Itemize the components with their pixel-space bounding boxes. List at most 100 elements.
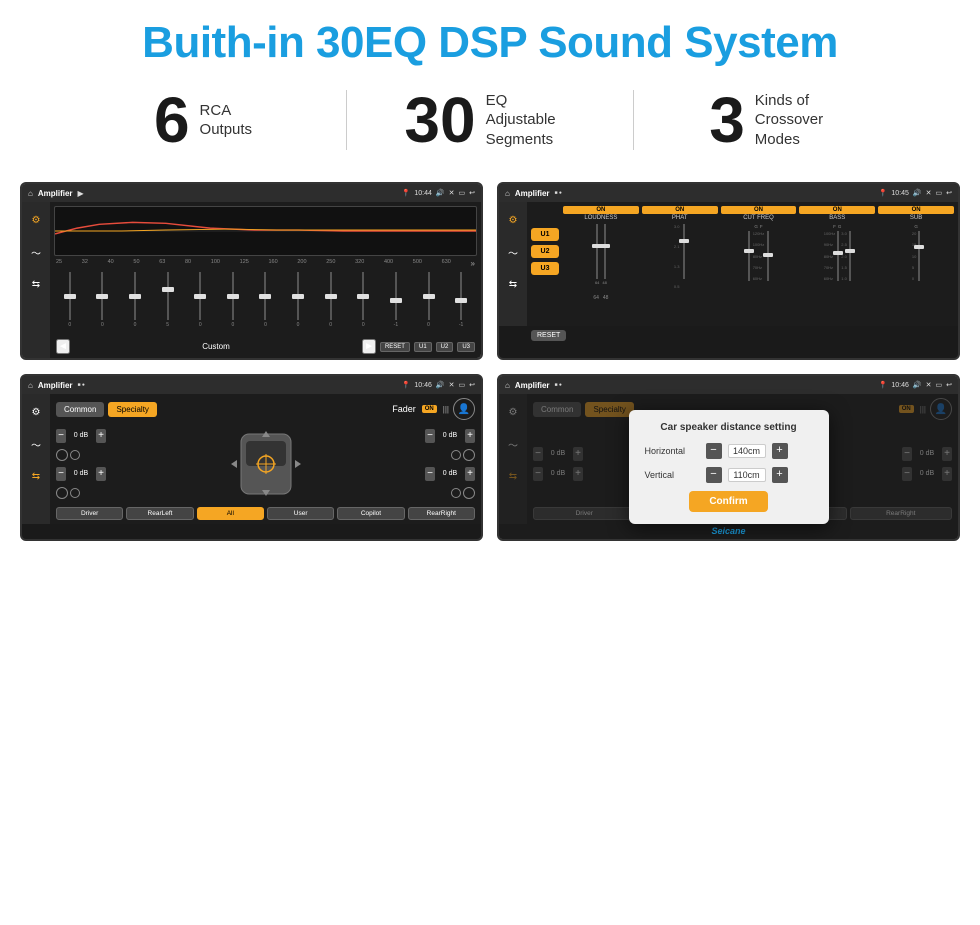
rearright-btn[interactable]: RearRight xyxy=(408,507,475,520)
horizontal-value: 140cm xyxy=(728,444,766,458)
back-icon-4[interactable]: ↩ xyxy=(946,381,952,389)
loudness-on-btn[interactable]: ON xyxy=(563,206,639,214)
tab-common-3[interactable]: Common xyxy=(56,402,104,417)
loudness-fader-2[interactable]: 48 xyxy=(602,224,606,289)
wave-icon-2[interactable]: 〜 xyxy=(503,242,523,262)
eq-slider-6[interactable]: 0 xyxy=(250,270,282,335)
arrow-icon-3[interactable]: ⇆ xyxy=(26,466,46,486)
speaker-icons-left2 xyxy=(56,487,106,499)
cutfreq-fader-g[interactable] xyxy=(748,231,750,296)
eq-slider-11[interactable]: 0 xyxy=(413,270,445,335)
phat-on-btn[interactable]: ON xyxy=(642,206,718,214)
window-icon-2[interactable]: ▭ xyxy=(936,189,943,197)
eq-slider-12[interactable]: -1 xyxy=(445,270,477,335)
eq-slider-2[interactable]: 0 xyxy=(119,270,151,335)
eq-next-btn[interactable]: ► xyxy=(362,339,376,354)
phat-fader[interactable] xyxy=(683,224,685,289)
screen1-title: Amplifier xyxy=(38,189,73,198)
rl-minus[interactable]: − xyxy=(56,467,66,481)
home-icon[interactable]: ⌂ xyxy=(28,189,33,198)
cutfreq-fader-f[interactable] xyxy=(767,231,769,296)
eq-icon-4: ⚙ xyxy=(503,402,523,422)
u1-btn[interactable]: U1 xyxy=(531,228,559,241)
confirm-button[interactable]: Confirm xyxy=(689,491,767,512)
mixer-reset-btn[interactable]: RESET xyxy=(531,330,566,341)
bass-fader-g[interactable] xyxy=(849,231,851,296)
close-icon[interactable]: ✕ xyxy=(449,189,455,197)
eq-prev-btn[interactable]: ◄ xyxy=(56,339,70,354)
stat-eq: 30 EQ AdjustableSegments xyxy=(347,88,633,152)
screen4-status: 📍 10:46 🔊 ✕ ▭ ↩ xyxy=(879,381,952,389)
bass-fader-f[interactable] xyxy=(837,231,839,296)
window-icon[interactable]: ▭ xyxy=(459,189,466,197)
screen3-title: Amplifier xyxy=(38,381,73,390)
speaker-fr xyxy=(463,449,475,461)
fl-val: 0 dB xyxy=(68,432,94,439)
sub-on-btn[interactable]: ON xyxy=(878,206,954,214)
eq-slider-8[interactable]: 0 xyxy=(315,270,347,335)
home-icon-4[interactable]: ⌂ xyxy=(505,381,510,390)
eq-slider-1[interactable]: 0 xyxy=(87,270,119,335)
seicane-label: Seicane xyxy=(711,526,745,536)
eq-slider-3[interactable]: 5 xyxy=(152,270,184,335)
eq-slider-4[interactable]: 0 xyxy=(184,270,216,335)
eq-slider-5[interactable]: 0 xyxy=(217,270,249,335)
arrow-icon-2[interactable]: ⇆ xyxy=(503,274,523,294)
loudness-fader-1[interactable]: 64 xyxy=(595,224,599,289)
vertical-minus[interactable]: − xyxy=(706,467,722,483)
eq-slider-10[interactable]: -1 xyxy=(380,270,412,335)
screen3-body: ⚙ 〜 ⇆ Common Specialty Fader ON ||| 👤 xyxy=(22,394,481,524)
rl-plus[interactable]: + xyxy=(96,467,106,481)
home-icon-3[interactable]: ⌂ xyxy=(28,381,33,390)
profile-icon-3[interactable]: 👤 xyxy=(453,398,475,420)
loudness-faders: 64 48 xyxy=(595,224,607,294)
rearleft-btn[interactable]: RearLeft xyxy=(126,507,193,520)
eq-u3-btn[interactable]: U3 xyxy=(457,342,475,352)
rr-plus[interactable]: + xyxy=(465,467,475,481)
u2-btn[interactable]: U2 xyxy=(531,245,559,258)
copilot-btn[interactable]: Copilot xyxy=(337,507,404,520)
eq-icon-2[interactable]: ⚙ xyxy=(503,210,523,230)
horizontal-plus[interactable]: + xyxy=(772,443,788,459)
horizontal-minus[interactable]: − xyxy=(706,443,722,459)
tab-specialty-3[interactable]: Specialty xyxy=(108,402,156,417)
fl-plus[interactable]: + xyxy=(96,429,106,443)
cutfreq-on-btn[interactable]: ON xyxy=(721,206,797,214)
eq-slider-9[interactable]: 0 xyxy=(347,270,379,335)
bass-on-btn[interactable]: ON xyxy=(799,206,875,214)
fr-minus[interactable]: − xyxy=(425,429,435,443)
stat-eq-number: 30 xyxy=(404,88,475,152)
user-btn[interactable]: User xyxy=(267,507,334,520)
eq-icon-3[interactable]: ⚙ xyxy=(26,402,46,422)
home-icon-2[interactable]: ⌂ xyxy=(505,189,510,198)
close-icon-3[interactable]: ✕ xyxy=(449,381,455,389)
eq-u1-btn[interactable]: U1 xyxy=(414,342,432,352)
eq-u2-btn[interactable]: U2 xyxy=(436,342,454,352)
eq-icon[interactable]: ⚙ xyxy=(26,210,46,230)
eq-slider-7[interactable]: 0 xyxy=(282,270,314,335)
eq-reset-btn[interactable]: RESET xyxy=(380,342,410,352)
close-icon-4[interactable]: ✕ xyxy=(926,381,932,389)
cutfreq-faders: 120Hz100Hz80Hz70Hz60Hz xyxy=(748,231,770,291)
close-icon-2[interactable]: ✕ xyxy=(926,189,932,197)
wave-icon[interactable]: 〜 xyxy=(26,242,46,262)
fader-label-3: Fader xyxy=(392,404,416,414)
arrow-icon[interactable]: ⇆ xyxy=(26,274,46,294)
back-icon[interactable]: ↩ xyxy=(469,189,475,197)
fr-plus[interactable]: + xyxy=(465,429,475,443)
driver-btn[interactable]: Driver xyxy=(56,507,123,520)
window-icon-4[interactable]: ▭ xyxy=(936,381,943,389)
sub-fader[interactable] xyxy=(918,231,920,296)
screen2-time: 10:45 xyxy=(891,190,909,197)
back-icon-3[interactable]: ↩ xyxy=(469,381,475,389)
wave-icon-3[interactable]: 〜 xyxy=(26,434,46,454)
fl-minus[interactable]: − xyxy=(56,429,66,443)
back-icon-2[interactable]: ↩ xyxy=(946,189,952,197)
eq-slider-0[interactable]: 0 xyxy=(54,270,86,335)
vertical-plus[interactable]: + xyxy=(772,467,788,483)
u3-btn[interactable]: U3 xyxy=(531,262,559,275)
rr-minus[interactable]: − xyxy=(425,467,435,481)
all-btn[interactable]: All xyxy=(197,507,264,520)
window-icon-3[interactable]: ▭ xyxy=(459,381,466,389)
screen4-time: 10:46 xyxy=(891,382,909,389)
